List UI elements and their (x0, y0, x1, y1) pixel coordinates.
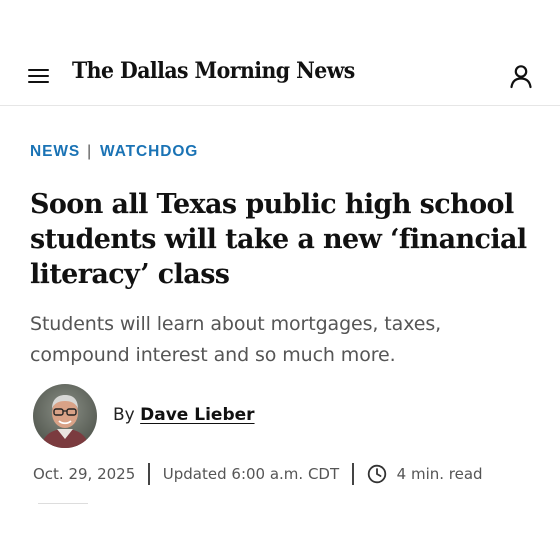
author-avatar[interactable] (33, 384, 97, 448)
meta-divider (352, 463, 354, 485)
top-bar: The Dallas Morning News (0, 0, 560, 106)
user-account-icon[interactable] (508, 63, 534, 89)
author-link[interactable]: Dave Lieber (140, 405, 254, 425)
article-dek: Students will learn about mortgages, tax… (30, 313, 442, 366)
byline: By Dave Lieber (113, 405, 255, 425)
section-link-news[interactable]: NEWS (30, 143, 80, 160)
breadcrumb-separator: | (87, 143, 93, 160)
divider-rule (38, 503, 88, 504)
article-headline: Soon all Texas public high school studen… (30, 189, 527, 290)
section-link-watchdog[interactable]: WATCHDOG (100, 143, 198, 160)
publish-date: Oct. 29, 2025 (33, 465, 136, 483)
byline-prefix: By (113, 405, 135, 425)
meta-divider (148, 463, 150, 485)
article-meta: Oct. 29, 2025 Updated 6:00 a.m. CDT 4 mi… (33, 463, 483, 485)
clock-icon (367, 464, 387, 484)
hamburger-menu-icon[interactable] (26, 66, 52, 86)
updated-time: Updated 6:00 a.m. CDT (162, 465, 340, 483)
read-time: 4 min. read (396, 465, 483, 483)
section-breadcrumb: NEWS | WATCHDOG (30, 143, 198, 161)
site-logo[interactable]: The Dallas Morning News (72, 58, 355, 84)
